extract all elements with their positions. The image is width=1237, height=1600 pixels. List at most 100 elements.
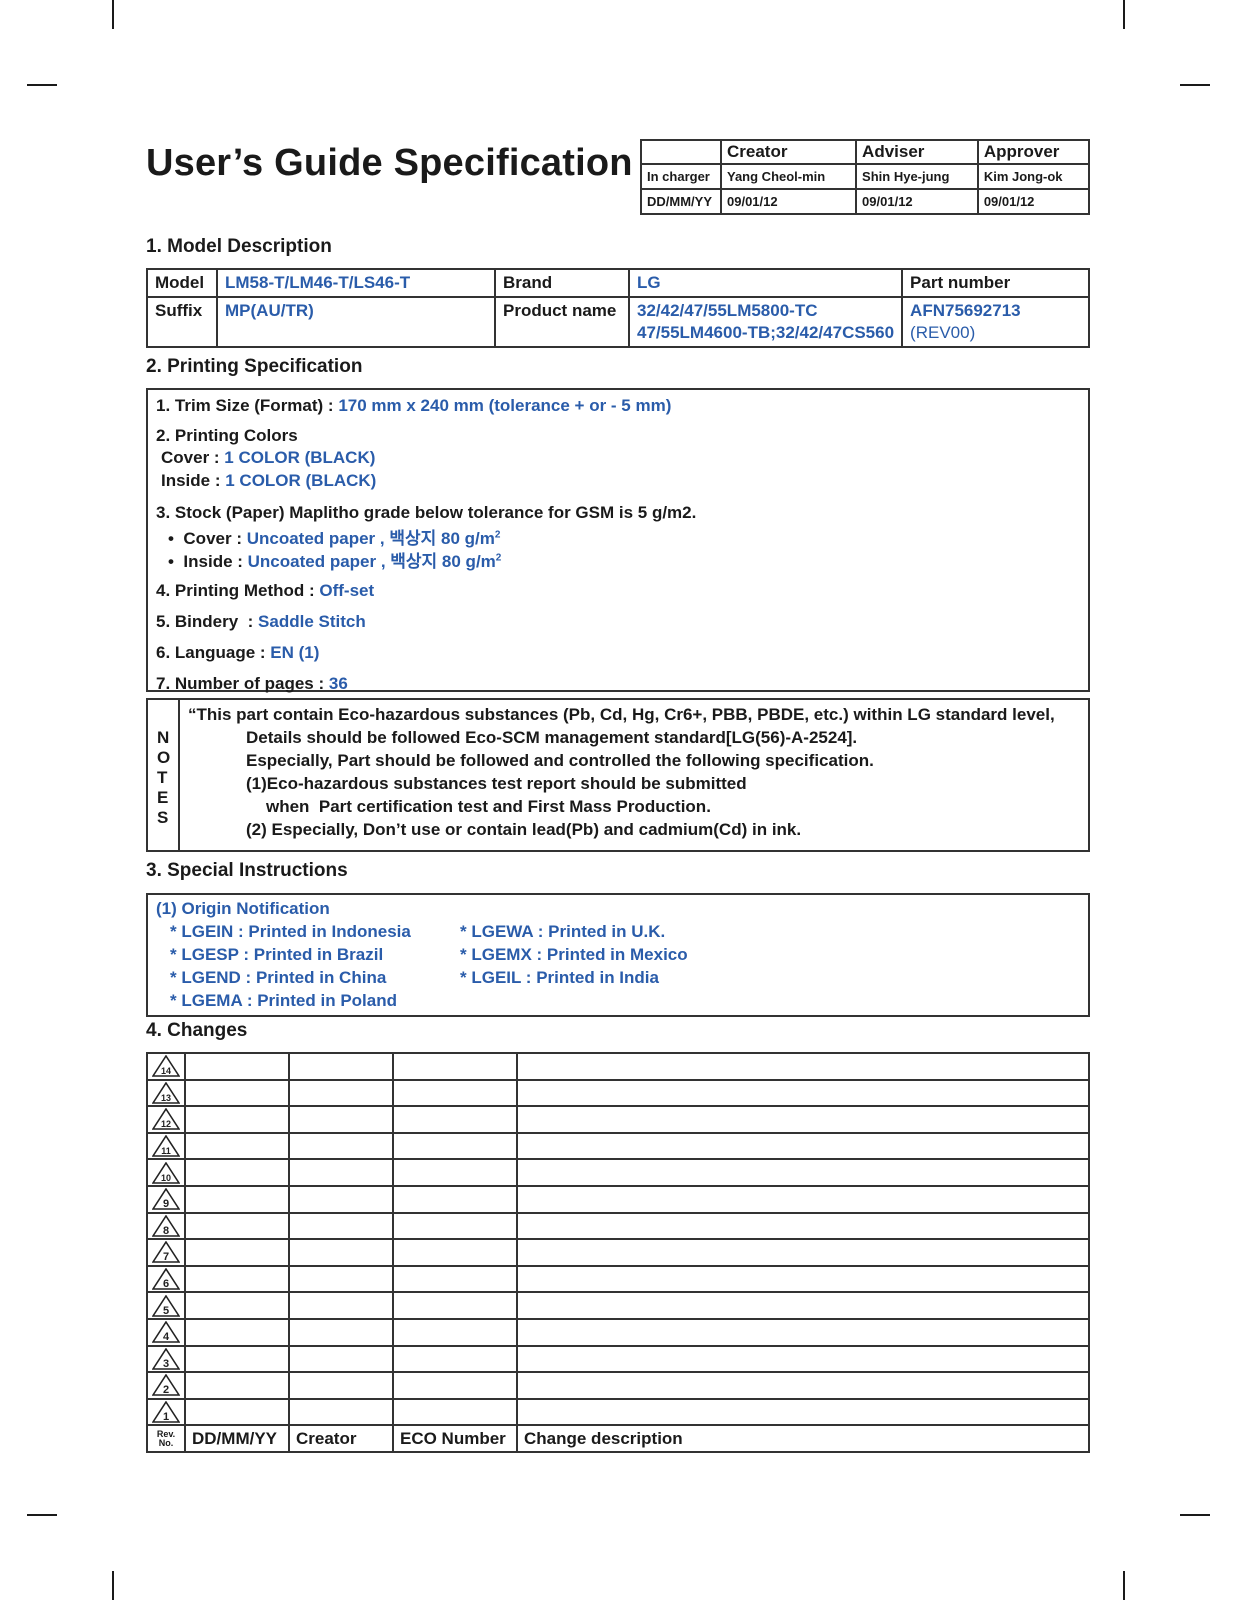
eco-cell xyxy=(392,1291,518,1320)
creator-cell xyxy=(288,1184,394,1214)
part-number-value: AFN75692713 (REV00) xyxy=(901,296,1090,348)
revision-number: 2 xyxy=(163,1384,169,1396)
language-label: 6. Language : xyxy=(156,643,271,662)
approval-row-label: DD/MM/YY xyxy=(640,188,722,215)
eco-cell xyxy=(392,1371,518,1400)
brand-label: Brand xyxy=(494,268,630,298)
bindery: 5. Bindery : Saddle Stitch xyxy=(156,612,366,632)
creator-cell xyxy=(288,1344,394,1374)
revision-triangle-icon: 11 xyxy=(152,1135,180,1157)
part-number-label: Part number xyxy=(901,268,1090,298)
change-row: 14 xyxy=(146,1052,1090,1081)
model-label: Model xyxy=(146,268,218,298)
crop-mark xyxy=(27,1514,57,1516)
revision-triangle-icon: 10 xyxy=(152,1161,180,1184)
description-cell xyxy=(516,1105,1090,1134)
eco-cell xyxy=(392,1078,518,1108)
creator-cell xyxy=(288,1211,394,1241)
change-row: 7 xyxy=(146,1238,1090,1267)
notes-letter: T xyxy=(157,768,168,787)
notes-box: N O T E S “This part contain Eco-hazardo… xyxy=(146,698,1090,852)
notes-side-label: N O T E S xyxy=(148,700,180,850)
description-cell xyxy=(516,1264,1090,1294)
revision-number: 13 xyxy=(161,1093,171,1103)
notes-line: Details should be followed Eco-SCM manag… xyxy=(246,728,858,747)
approval-cell: 09/01/12 xyxy=(719,188,858,215)
revision-triangle-icon: 12 xyxy=(152,1108,180,1131)
origin-item: * LGEMX : Printed in Mexico xyxy=(460,945,688,964)
product-name-value: 32/42/47/55LM5800-TC 47/55LM4600-TB;32/4… xyxy=(627,296,904,348)
trim-size: 1. Trim Size (Format) : 170 mm x 240 mm … xyxy=(156,396,671,416)
section-heading-printing: 2. Printing Specification xyxy=(146,356,363,377)
revision-number: 1 xyxy=(163,1411,169,1423)
creator-cell xyxy=(288,1105,394,1134)
revision-cell: 13 xyxy=(146,1078,186,1108)
date-header: DD/MM/YY xyxy=(184,1424,290,1453)
bindery-label: 5. Bindery : xyxy=(156,612,259,631)
crop-mark xyxy=(27,84,57,86)
section-heading-special: 3. Special Instructions xyxy=(146,860,348,881)
creator-cell xyxy=(288,1291,394,1320)
eco-cell xyxy=(392,1238,518,1267)
printing-spec-box: 1. Trim Size (Format) : 170 mm x 240 mm … xyxy=(146,388,1090,693)
revision-cell: 12 xyxy=(146,1105,186,1134)
eco-cell xyxy=(392,1344,518,1374)
description-cell xyxy=(516,1131,1090,1161)
approval-table: Creator Adviser Approver In charger Yang… xyxy=(640,139,1091,215)
part-revision: (REV00) xyxy=(910,323,976,342)
revision-triangle-icon: 14 xyxy=(152,1055,180,1078)
revision-triangle-icon: 9 xyxy=(152,1188,180,1210)
changes-table: 14 13 12 11 10 9 8 7 6 5 4 3 2 1 Rev. No. DD/MM/YY Cr… xyxy=(146,1052,1090,1453)
origin-item: * LGEIN : Printed in Indonesia xyxy=(170,922,411,941)
crop-mark xyxy=(112,1571,114,1600)
description-cell xyxy=(516,1184,1090,1214)
revision-number: 8 xyxy=(163,1225,169,1237)
change-row: 6 xyxy=(146,1264,1090,1294)
notes-line: (1)Eco-hazardous substances test report … xyxy=(246,774,747,793)
stock-label: 3. Stock (Paper) Maplitho grade below to… xyxy=(156,503,697,522)
crop-mark xyxy=(1180,84,1210,86)
inside-label: Inside : xyxy=(161,471,226,490)
approval-header-approver: Approver xyxy=(976,139,1091,165)
stock-cover-value: Uncoated paper , 백상지 80 g/m xyxy=(246,529,495,548)
date-cell xyxy=(184,1211,290,1241)
section-heading-changes: 4. Changes xyxy=(146,1020,248,1041)
description-cell xyxy=(516,1291,1090,1320)
product-name-label: Product name xyxy=(494,296,630,348)
approval-row-label: In charger xyxy=(640,163,722,190)
change-description-header: Change description xyxy=(516,1424,1090,1453)
approval-header-creator: Creator xyxy=(719,139,858,165)
trim-value: 170 mm x 240 mm (tolerance + or - 5 mm) xyxy=(338,396,672,415)
revision-number: 14 xyxy=(161,1066,171,1076)
stock-inside-label: Inside : xyxy=(183,552,248,571)
origin-item: * LGEMA : Printed in Poland xyxy=(170,991,397,1010)
crop-mark xyxy=(112,0,114,29)
date-cell xyxy=(184,1397,290,1427)
creator-cell xyxy=(288,1371,394,1400)
stock-cover-label: Cover : xyxy=(183,529,247,548)
approval-cell: 09/01/12 xyxy=(855,188,979,215)
description-cell xyxy=(516,1371,1090,1400)
creator-cell xyxy=(288,1238,394,1267)
date-cell xyxy=(184,1131,290,1161)
revision-cell: 7 xyxy=(146,1238,186,1267)
product-name-line: 32/42/47/55LM5800-TC xyxy=(637,301,818,320)
description-cell xyxy=(516,1158,1090,1187)
approval-cell: Kim Jong-ok xyxy=(976,163,1091,190)
description-cell xyxy=(516,1211,1090,1241)
notes-letter: E xyxy=(157,788,169,807)
creator-header: Creator xyxy=(288,1424,394,1453)
bullet-icon: • xyxy=(168,529,184,548)
change-row: 13 xyxy=(146,1078,1090,1108)
date-cell xyxy=(184,1371,290,1400)
cover-label: Cover : xyxy=(161,448,225,467)
bindery-value: Saddle Stitch xyxy=(258,612,366,631)
approval-cell: Yang Cheol-min xyxy=(719,163,858,190)
change-row: 12 xyxy=(146,1105,1090,1134)
origin-item: * LGEND : Printed in China xyxy=(170,968,387,987)
change-row: 1 xyxy=(146,1397,1090,1427)
revision-triangle-icon: 4 xyxy=(152,1321,180,1343)
description-cell xyxy=(516,1397,1090,1427)
revision-triangle-icon: 6 xyxy=(152,1268,180,1290)
eco-cell xyxy=(392,1184,518,1214)
